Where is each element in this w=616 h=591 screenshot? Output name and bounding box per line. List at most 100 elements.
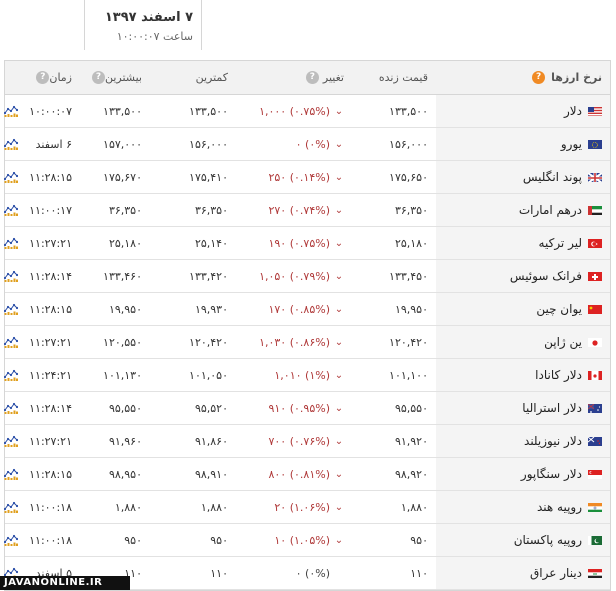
change-value: (۱.۰۵%) ۱۰ — [274, 533, 330, 547]
help-icon[interactable]: ? — [36, 71, 50, 84]
high-value: ۲۵,۱۸۰ — [108, 236, 142, 250]
live-price: ۱۱۰ — [410, 566, 428, 580]
currency-name[interactable]: یوان چین — [536, 302, 582, 316]
currency-name-cell[interactable]: روپیه هند — [436, 491, 610, 523]
chart-icon[interactable] — [3, 105, 18, 117]
currency-name-cell[interactable]: یوان چین — [436, 293, 610, 325]
time-value: ۱۱:۰۰:۱۸ — [29, 500, 72, 514]
help-icon[interactable]: ? — [532, 71, 546, 84]
chart-cell — [3, 392, 18, 424]
table-row[interactable]: دلار سنگاپور ۹۸,۹۲۰ ⌄ (۰.۸۱%) ۸۰۰ ۹۸,۹۱۰ ۹۸,۹… — [3, 458, 610, 491]
table-row[interactable]: روپیه پاکستان ۹۵۰ ⌄ (۱.۰۵%) ۱۰ ۹۵۰ ۹۵۰ ۱۱:۰۰:۱… — [3, 524, 610, 557]
currency-name[interactable]: دینار عراق — [530, 566, 582, 580]
currency-name[interactable]: یورو — [561, 137, 582, 151]
live-price: ۲۵,۱۸۰ — [394, 236, 428, 250]
chart-icon[interactable] — [3, 138, 18, 150]
currency-name-cell[interactable]: روپیه پاکستان — [436, 524, 610, 556]
flag-icon — [588, 469, 602, 479]
chart-icon[interactable] — [3, 402, 18, 414]
table-row[interactable]: لیر ترکیه ۲۵,۱۸۰ ⌄ (۰.۷۵%) ۱۹۰ ۲۵,۱۴۰ ۲۵,۱۸۰ ۱… — [3, 227, 610, 260]
currency-name[interactable]: دلار — [564, 104, 582, 118]
currency-name[interactable]: دلار کانادا — [535, 368, 582, 382]
currency-name[interactable]: درهم امارات — [519, 203, 582, 217]
chevron-down-icon: ⌄ — [334, 435, 344, 447]
change-value: (۰.۷۵%) ۱۹۰ — [268, 236, 330, 250]
header-price: قیمت زنده — [378, 71, 428, 84]
table-body: دلار ۱۳۳,۵۰۰ ⌄ (۰.۷۵%) ۱,۰۰۰ ۱۳۳,۵۰۰ ۱۳۳,۵۰۰ ۱… — [3, 95, 610, 590]
currency-name-cell[interactable]: پوند انگلیس — [436, 161, 610, 193]
table-row[interactable]: دلار ۱۳۳,۵۰۰ ⌄ (۰.۷۵%) ۱,۰۰۰ ۱۳۳,۵۰۰ ۱۳۳,۵۰۰ ۱… — [3, 95, 610, 128]
table-row[interactable]: فرانک سوئیس ۱۳۳,۴۵۰ ⌄ (۰.۷۹%) ۱,۰۵۰ ۱۳۳,۴۲۰ ۱… — [3, 260, 610, 293]
currency-name[interactable]: روپیه پاکستان — [514, 533, 582, 547]
live-price: ۹۵۰ — [410, 533, 428, 547]
high-value: ۱۳۳,۵۰۰ — [103, 104, 142, 118]
currency-name-cell[interactable]: دینار عراق — [436, 557, 610, 589]
table-row[interactable]: یورو ۱۵۶,۰۰۰ ⌄ (۰%) ۰ ۱۵۶,۰۰۰ ۱۵۷,۰۰۰ ۶ اسفند — [3, 128, 610, 161]
chart-icon[interactable] — [3, 237, 18, 249]
high-value: ۱۷۵,۶۷۰ — [103, 170, 142, 184]
chevron-down-icon: ⌄ — [334, 501, 344, 513]
currency-name-cell[interactable]: یورو — [436, 128, 610, 160]
time-value: ۶ اسفند — [35, 137, 72, 151]
table-row[interactable]: ین ژاپن ۱۲۰,۴۲۰ ⌄ (۰.۸۶%) ۱,۰۳۰ ۱۲۰,۴۲۰ ۱۲۰,۵… — [3, 326, 610, 359]
chart-icon[interactable] — [3, 435, 18, 447]
low-value: ۹۱,۸۶۰ — [194, 434, 228, 448]
live-price: ۱۳۳,۵۰۰ — [389, 104, 428, 118]
chart-icon[interactable] — [3, 336, 18, 348]
chart-cell — [3, 326, 18, 358]
currency-name[interactable]: دلار نیوزیلند — [524, 434, 582, 448]
flag-icon — [588, 238, 602, 248]
table-row[interactable]: دلار نیوزیلند ۹۱,۹۲۰ ⌄ (۰.۷۶%) ۷۰۰ ۹۱,۸۶۰ ۹۱,… — [3, 425, 610, 458]
table-row[interactable]: درهم امارات ۳۶,۳۵۰ ⌄ (۰.۷۴%) ۲۷۰ ۳۶,۳۵۰ ۳۶,۳۵… — [3, 194, 610, 227]
currency-name-cell[interactable]: دلار سنگاپور — [436, 458, 610, 490]
currency-name-cell[interactable]: فرانک سوئیس — [436, 260, 610, 292]
header-chart — [5, 61, 16, 94]
chart-icon[interactable] — [3, 303, 18, 315]
flag-icon — [588, 436, 602, 446]
table-row[interactable]: پوند انگلیس ۱۷۵,۶۵۰ ⌄ (۰.۱۴%) ۲۵۰ ۱۷۵,۴۱۰ ۱۷۵… — [3, 161, 610, 194]
currency-name-cell[interactable]: دلار نیوزیلند — [436, 425, 610, 457]
chart-icon[interactable] — [3, 270, 18, 282]
currency-name[interactable]: ین ژاپن — [544, 335, 582, 349]
table-row[interactable]: یوان چین ۱۹,۹۵۰ ⌄ (۰.۸۵%) ۱۷۰ ۱۹,۹۳۰ ۱۹,۹۵۰ ۱۱… — [3, 293, 610, 326]
currency-name-cell[interactable]: درهم امارات — [436, 194, 610, 226]
change-cell: ⌄ (۰.۸۶%) ۱,۰۳۰ — [236, 326, 350, 358]
change-value: (۰.۱۴%) ۲۵۰ — [268, 170, 330, 184]
currency-name-cell[interactable]: لیر ترکیه — [436, 227, 610, 259]
chart-cell — [3, 128, 18, 160]
low-value: ۱۷۵,۴۱۰ — [189, 170, 228, 184]
currency-name-cell[interactable]: دلار استرالیا — [436, 392, 610, 424]
live-price: ۱,۸۸۰ — [400, 500, 428, 514]
change-value: (۰.۷۹%) ۱,۰۵۰ — [259, 269, 330, 283]
table-header: نرخ ارزها ? قیمت زنده تغییر ? کمترین بیش… — [5, 61, 610, 95]
currency-name[interactable]: روپیه هند — [537, 500, 582, 514]
currency-name-cell[interactable]: ین ژاپن — [436, 326, 610, 358]
table-row[interactable]: دلار استرالیا ۹۵,۵۵۰ ⌄ (۰.۹۵%) ۹۱۰ ۹۵,۵۲۰ ۹۵,… — [3, 392, 610, 425]
currency-name[interactable]: فرانک سوئیس — [510, 269, 582, 283]
live-price: ۱۵۶,۰۰۰ — [389, 137, 428, 151]
low-value: ۱۱۰ — [210, 566, 228, 580]
help-icon[interactable]: ? — [305, 71, 319, 84]
currency-name[interactable]: دلار استرالیا — [522, 401, 582, 415]
chevron-down-icon: ⌄ — [334, 303, 344, 315]
chart-icon[interactable] — [3, 468, 18, 480]
chart-icon[interactable] — [3, 171, 18, 183]
currency-name[interactable]: لیر ترکیه — [539, 236, 582, 250]
low-value: ۱۵۶,۰۰۰ — [189, 137, 228, 151]
currency-name[interactable]: دلار سنگاپور — [521, 467, 582, 481]
chart-cell — [3, 425, 18, 457]
currency-name-cell[interactable]: دلار کانادا — [436, 359, 610, 391]
currency-name[interactable]: پوند انگلیس — [523, 170, 582, 184]
date-panel: ۷ اسفند ۱۳۹۷ ساعت ۱۰:۰۰:۰۷ — [84, 0, 202, 50]
chart-icon[interactable] — [3, 204, 18, 216]
table-row[interactable]: روپیه هند ۱,۸۸۰ ⌄ (۱.۰۶%) ۲۰ ۱,۸۸۰ ۱,۸۸۰ ۱۱:۰۰… — [3, 491, 610, 524]
live-price: ۱۹,۹۵۰ — [394, 302, 428, 316]
chart-icon[interactable] — [3, 501, 18, 513]
live-price: ۱۳۳,۴۵۰ — [389, 269, 428, 283]
live-price: ۱۰۱,۱۰۰ — [389, 368, 428, 382]
chart-icon[interactable] — [3, 534, 18, 546]
table-row[interactable]: دلار کانادا ۱۰۱,۱۰۰ ⌄ (۱%) ۱,۰۱۰ ۱۰۱,۰۵۰ ۱۰۱,… — [3, 359, 610, 392]
chart-icon[interactable] — [3, 369, 18, 381]
currency-name-cell[interactable]: دلار — [436, 95, 610, 127]
help-icon[interactable]: ? — [91, 71, 105, 84]
